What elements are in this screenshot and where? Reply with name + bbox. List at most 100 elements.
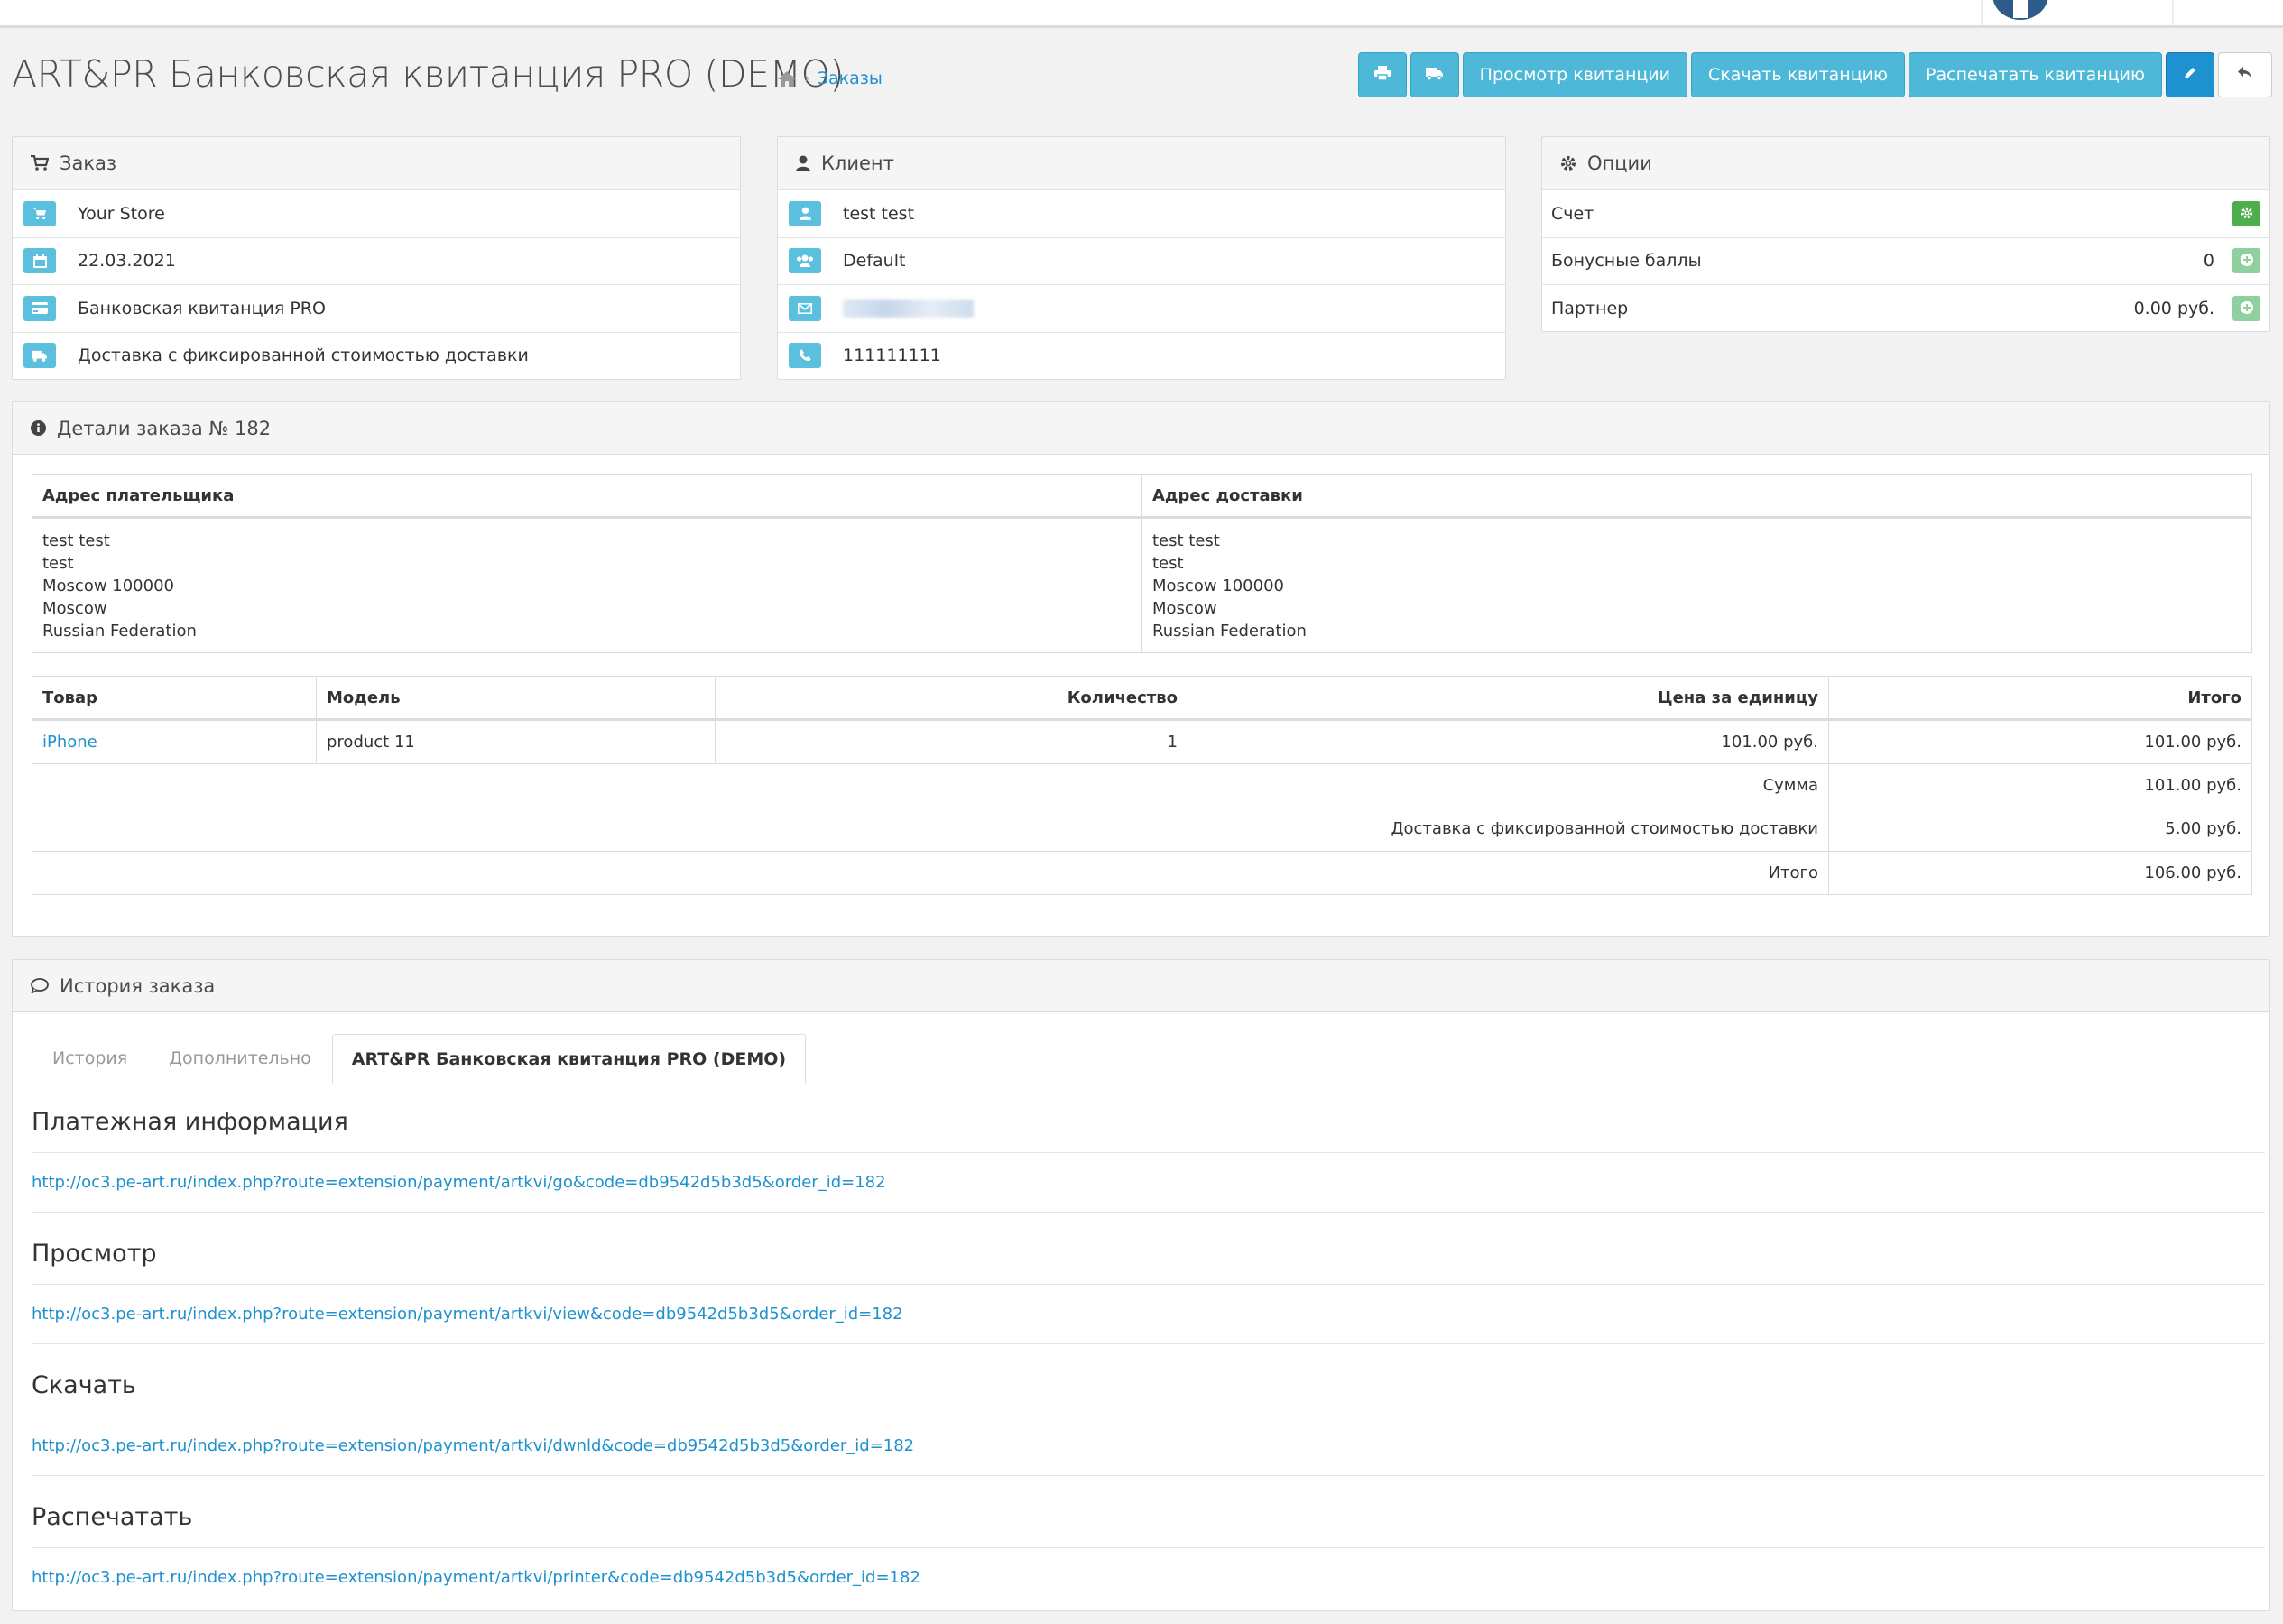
print-invoice-button[interactable] [1357,52,1407,97]
address-line: test [1152,554,1184,573]
print-receipt-button[interactable]: Распечатать квитанцию [1909,52,2162,97]
user-icon [796,155,810,171]
user-avatar[interactable] [1992,0,2048,20]
download-link[interactable]: http://oc3.pe-art.ru/index.php?route=ext… [32,1436,2265,1455]
tab-additional[interactable]: Дополнительно [148,1033,332,1084]
order-panel: Заказ Your Store 22.03.2021 Банковская к… [12,136,741,380]
affiliate-label: Партнер [1551,298,1629,318]
tab-artpr-receipt[interactable]: ART&PR Банковская квитанция PRO (DEMO) [331,1034,807,1084]
calendar-icon [23,248,56,274]
order-history-panel: История заказа История Дополнительно ART… [12,959,2270,1611]
order-details-heading: Детали заказа № 182 [13,402,2269,455]
order-date-row: 22.03.2021 [13,236,740,285]
model-cell: product 11 [316,719,716,764]
generate-invoice-button[interactable] [2232,200,2260,226]
address-line: Moscow 100000 [1152,577,1284,595]
store-link[interactable]: Your Store [78,204,165,224]
customer-email-row [778,284,1505,332]
section-heading: Скачать [32,1371,2265,1416]
info-circle-icon [31,420,46,436]
print-link[interactable]: http://oc3.pe-art.ru/index.php?route=ext… [32,1568,2265,1587]
options-panel-heading: Опции [1542,137,2269,189]
edit-button[interactable] [2166,52,2214,97]
view-receipt-button[interactable]: Просмотр квитанции [1462,52,1688,97]
shipping-address: test test test Moscow 100000 Moscow Russ… [1142,517,2252,653]
truck-icon [1425,65,1444,85]
download-receipt-button[interactable]: Скачать квитанцию [1691,52,1906,97]
order-history-heading: История заказа [13,960,2269,1012]
total-value: 5.00 руб. [1828,807,2252,852]
unit-price-cell: 101.00 руб. [1188,719,1829,764]
options-panel: Опции Счет Бонусные баллы 0 Партнер 0.00… [1541,136,2270,332]
quantity-cell: 1 [715,719,1188,764]
add-commission-button[interactable] [2232,295,2260,321]
order-date: 22.03.2021 [78,251,176,272]
view-link[interactable]: http://oc3.pe-art.ru/index.php?route=ext… [32,1305,2265,1324]
total-label: Итого [32,850,1829,895]
credit-card-icon [23,295,56,321]
shipping-total-row: Доставка с фиксированной стоимостью дост… [32,807,2252,852]
product-link[interactable]: iPhone [42,733,97,752]
navbar-divider [2172,0,2174,25]
payment-address-header: Адрес плательщика [32,474,1142,519]
navbar-divider [1981,0,1983,25]
order-panel-heading: Заказ [13,137,740,189]
products-table: Товар Модель Количество Цена за единицу … [32,676,2252,895]
total-label: Доставка с фиксированной стоимостью дост… [32,807,1829,852]
product-cell: iPhone [32,719,317,764]
section-divider [32,1212,2265,1213]
address-line: test test [42,531,110,550]
customer-phone-row: 111111111 [778,331,1505,380]
payment-info-section: Платежная информация http://oc3.pe-art.r… [32,1108,2265,1213]
shipping-address-header: Адрес доставки [1142,474,2252,519]
customer-panel: Клиент test test Default 111111111 [777,136,1506,380]
back-button[interactable] [2218,52,2272,97]
add-reward-button[interactable] [2232,248,2260,274]
home-icon[interactable] [777,70,797,88]
address-line: Moscow [1152,599,1217,618]
address-line: test [42,554,74,573]
column-model: Модель [316,676,716,721]
options-panel-title: Опции [1587,152,1652,174]
order-payment-row: Банковская квитанция PRO [13,284,740,332]
order-history-title: История заказа [60,974,216,997]
shopping-cart-icon [31,154,49,171]
gear-icon [1560,155,1576,171]
invoice-row: Счет [1542,189,2269,237]
pencil-icon [2183,65,2197,85]
history-tabs: История Дополнительно ART&PR Банковская … [32,1034,2265,1084]
users-group-icon [789,248,821,274]
affiliate-row: Партнер 0.00 руб. [1542,284,2269,332]
total-label: Сумма [32,762,1829,807]
total-cell: 101.00 руб. [1828,719,2252,764]
envelope-icon [789,295,821,321]
address-line: test test [1152,531,1220,550]
print-section: Распечатать http://oc3.pe-art.ru/index.p… [32,1503,2265,1587]
payment-address: test test test Moscow 100000 Moscow Russ… [32,517,1142,653]
phone-icon [789,343,821,369]
user-icon [789,200,821,226]
order-shipping-row: Доставка с фиксированной стоимостью дост… [13,331,740,380]
section-heading: Платежная информация [32,1108,2265,1153]
address-table: Адрес плательщика Адрес доставки test te… [32,474,2252,653]
breadcrumb-orders-link[interactable]: Заказы [818,69,883,88]
plus-circle-icon [2240,251,2253,271]
breadcrumb: › Заказы [777,69,883,88]
shopping-cart-icon [23,200,56,226]
top-navbar [0,0,2283,28]
header-actions: Просмотр квитанции Скачать квитанцию Рас… [1357,52,2272,97]
customer-panel-title: Клиент [821,152,894,174]
breadcrumb-separator: › [804,69,810,88]
reply-icon [2237,65,2253,85]
payment-info-link[interactable]: http://oc3.pe-art.ru/index.php?route=ext… [32,1173,2265,1192]
order-details-panel: Детали заказа № 182 Адрес плательщика Ад… [12,401,2270,937]
reward-label: Бонусные баллы [1551,251,1702,272]
customer-name-link[interactable]: test test [843,204,914,224]
print-shipping-button[interactable] [1410,52,1459,97]
column-total: Итого [1828,676,2252,721]
truck-icon [23,343,56,369]
section-heading: Просмотр [32,1240,2265,1285]
tab-history[interactable]: История [32,1033,148,1084]
customer-group: Default [843,251,906,272]
section-heading: Распечатать [32,1503,2265,1548]
